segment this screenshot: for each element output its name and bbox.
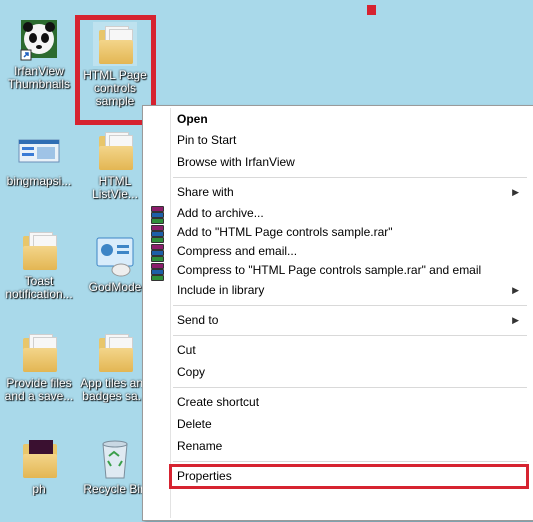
control-panel-icon: [93, 234, 137, 278]
desktop-icon-label: HTML ListVie...: [92, 175, 138, 201]
menu-item-label: Cut: [177, 343, 196, 357]
menu-item-copy[interactable]: Copy: [145, 362, 529, 382]
folder-icon: [17, 228, 61, 272]
menu-item-browse-with-irfanview[interactable]: Browse with IrfanView: [145, 152, 529, 172]
winrar-icon: [151, 225, 164, 243]
highlight-marker: [367, 5, 376, 15]
menu-item-include-in-library[interactable]: Include in library ▶: [145, 280, 529, 300]
folder-icon: [93, 330, 137, 374]
menu-item-label: Compress and email...: [177, 244, 298, 258]
menu-item-send-to[interactable]: Send to ▶: [145, 310, 529, 330]
desktop-icon-ph[interactable]: ph: [4, 436, 74, 496]
menu-item-label: Delete: [177, 417, 212, 431]
menu-separator: [173, 305, 527, 306]
chevron-right-icon: ▶: [512, 285, 519, 295]
desktop-icon-godmode[interactable]: GodMode: [80, 234, 150, 294]
desktop-icon-label: bingmapsi...: [6, 175, 72, 188]
desktop-icon-label: App tiles and badges sa...: [80, 377, 150, 403]
chevron-right-icon: ▶: [512, 315, 519, 325]
menu-item-add-to-archive[interactable]: Add to archive...: [145, 203, 529, 224]
menu-item-delete[interactable]: Delete: [145, 414, 529, 434]
menu-item-rename[interactable]: Rename: [145, 436, 529, 456]
properties-highlight-frame: [169, 464, 529, 489]
menu-separator: [173, 461, 527, 462]
desktop-icon-bingmaps[interactable]: bingmapsi...: [4, 128, 74, 188]
menu-item-cut[interactable]: Cut: [145, 340, 529, 360]
desktop-icon-label: GodMode: [88, 281, 142, 294]
winrar-icon: [151, 263, 164, 281]
desktop-icon-label: Provide files and a save...: [4, 377, 74, 403]
desktop-icon-label: Toast notification...: [5, 275, 73, 301]
desktop-icon-provide-files[interactable]: Provide files and a save...: [4, 330, 74, 403]
menu-item-label: Browse with IrfanView: [177, 155, 295, 169]
menu-item-label: Add to archive...: [177, 206, 264, 220]
recycle-bin-icon: [93, 436, 137, 480]
menu-item-label: Rename: [177, 439, 223, 453]
chevron-right-icon: ▶: [512, 187, 519, 197]
menu-item-label: Pin to Start: [177, 133, 237, 147]
winrar-icon: [151, 244, 164, 262]
menu-item-label: Send to: [177, 313, 219, 327]
menu-item-label: Create shortcut: [177, 395, 260, 409]
menu-item-label: Add to "HTML Page controls sample.rar": [177, 225, 393, 239]
folder-icon: [93, 128, 137, 172]
menu-item-open[interactable]: Open: [145, 109, 529, 129]
desktop-icon-recycle-bin[interactable]: Recycle Bin: [80, 436, 150, 496]
app-window-icon: [17, 128, 61, 172]
menu-item-compress-and-email[interactable]: Compress and email...: [145, 241, 529, 262]
desktop-icon-label: ph: [32, 483, 46, 496]
menu-separator: [173, 335, 527, 336]
context-menu: Open Pin to Start Browse with IrfanView …: [142, 105, 533, 521]
desktop-icon-toast-notification[interactable]: Toast notification...: [4, 228, 74, 301]
desktop-icon-label: IrfanView Thumbnails: [7, 65, 71, 91]
menu-item-label: Open: [177, 112, 208, 126]
panda-icon: [17, 18, 61, 62]
folder-icon: [17, 436, 61, 480]
desktop-icon-html-listview[interactable]: HTML ListVie...: [80, 128, 150, 201]
desktop-icon-label: Recycle Bin: [83, 483, 147, 496]
menu-item-share-with[interactable]: Share with ▶: [145, 182, 529, 202]
menu-separator: [173, 387, 527, 388]
menu-item-create-shortcut[interactable]: Create shortcut: [145, 392, 529, 412]
menu-separator: [173, 177, 527, 178]
desktop-icon-irfanview-thumbnails[interactable]: IrfanView Thumbnails: [4, 18, 74, 91]
menu-item-label: Copy: [177, 365, 206, 379]
menu-item-label: Compress to "HTML Page controls sample.r…: [177, 263, 482, 277]
menu-item-label: Include in library: [177, 283, 265, 297]
menu-item-pin-to-start[interactable]: Pin to Start: [145, 130, 529, 150]
desktop-icon-app-tiles[interactable]: App tiles and badges sa...: [80, 330, 150, 403]
folder-icon: [17, 330, 61, 374]
winrar-icon: [151, 206, 164, 224]
menu-item-compress-to-rar-and-email[interactable]: Compress to "HTML Page controls sample.r…: [145, 260, 529, 281]
menu-item-label: Share with: [177, 185, 234, 199]
menu-item-add-to-rar[interactable]: Add to "HTML Page controls sample.rar": [145, 222, 529, 243]
